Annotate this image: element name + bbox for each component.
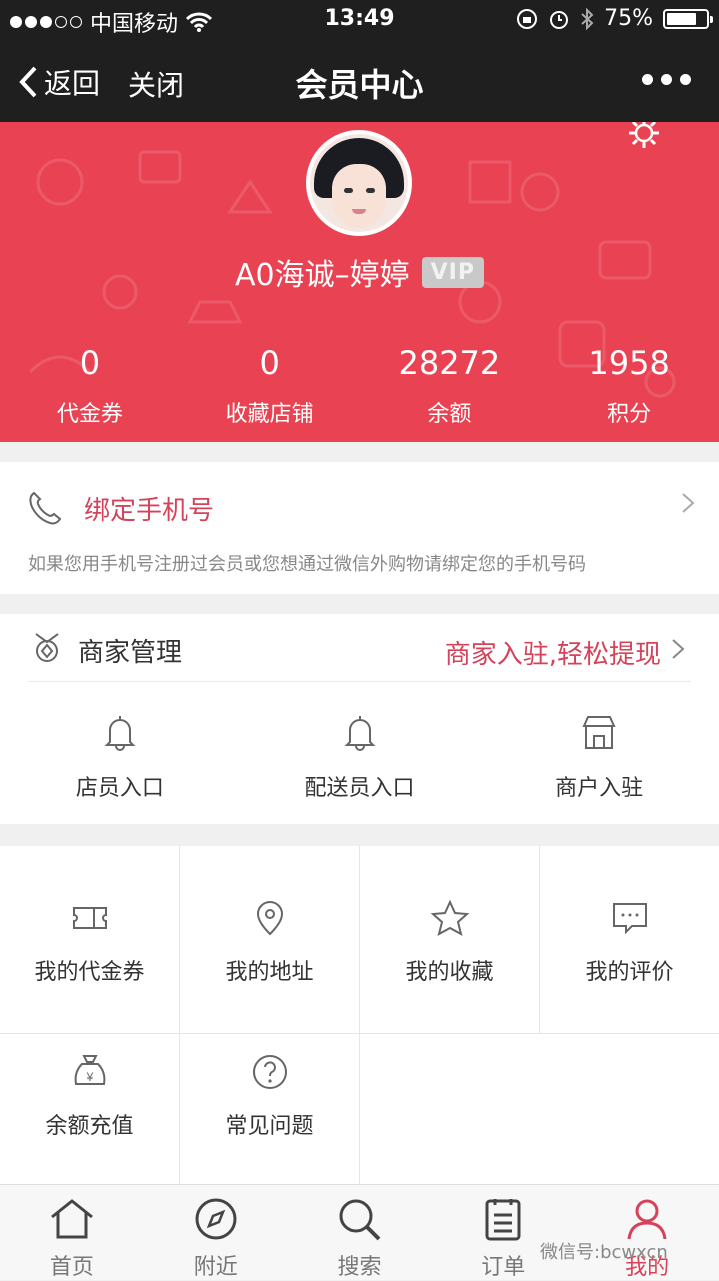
faq-button[interactable]: 常见问题 [180,1034,360,1184]
settings-gear-icon[interactable] [627,122,661,150]
stat-points[interactable]: 1958 积分 [539,344,719,428]
user-icon [627,1199,667,1240]
comment-icon [612,903,647,935]
phone-icon [29,491,62,525]
bluetooth-icon [581,7,594,30]
svg-text:¥: ¥ [85,1070,93,1084]
medal-icon [35,633,59,662]
balance-recharge-button[interactable]: ¥ 余额充值 [0,1034,180,1184]
more-menu-icon[interactable] [642,74,691,85]
tab-home[interactable]: 首页 [0,1185,144,1280]
stats-row: 0 代金券 0 收藏店铺 28272 余额 1958 积分 [0,344,719,428]
bind-phone-title: 绑定手机号 [84,496,215,526]
compass-icon [195,1198,237,1240]
avatar[interactable] [306,130,412,236]
stat-favorite-shops[interactable]: 0 收藏店铺 [180,344,360,428]
merchant-join-link[interactable]: 商家入驻,轻松提现 [445,634,661,671]
bind-phone-row[interactable]: 绑定手机号 如果您用手机号注册过会员或您想通过微信外购物请绑定您的手机号码 [0,462,719,594]
star-icon [430,899,469,936]
chevron-right-icon [672,639,685,659]
bell-icon [344,716,375,751]
bell-icon [104,716,136,751]
tab-label: 搜索 [337,1255,382,1280]
courier-entry-button[interactable]: 配送员入口 [240,682,480,824]
stat-value: 28272 [398,344,501,382]
stat-label: 代金券 [56,402,123,427]
staff-entry-label: 店员入口 [75,776,164,801]
stat-balance[interactable]: 28272 余额 [360,344,540,428]
stat-label: 积分 [607,402,652,427]
page-title: 会员中心 [295,66,424,104]
merchant-title: 商家管理 [78,638,183,668]
tab-search[interactable]: 搜索 [288,1185,432,1280]
tab-orders[interactable]: 订单 [431,1185,575,1280]
username: A0海诚–婷婷 [235,258,410,293]
question-icon [252,1055,287,1089]
vip-badge: VIP [421,256,484,288]
my-reviews-button[interactable]: 我的评价 [540,846,719,1034]
tab-label: 附近 [193,1255,238,1280]
search-icon [339,1199,381,1241]
tab-bar: 首页 附近 搜索 订单 我的 [0,1184,719,1280]
bind-phone-description: 如果您用手机号注册过会员或您想通过微信外购物请绑定您的手机号码 [28,554,586,575]
menu-label: 常见问题 [225,1114,314,1139]
menu-label: 我的地址 [225,960,314,985]
stat-label: 收藏店铺 [225,402,314,427]
tab-mine[interactable]: 我的 [575,1185,719,1280]
menu-label: 我的评价 [585,960,674,985]
menu-label: 我的收藏 [405,960,494,985]
battery-percent: 75% [604,6,653,31]
menu-grid: 我的代金券 我的地址 我的收藏 我的评价 ¥ 余额充值 常见问题 [0,846,719,1184]
merchant-join-label: 商户入驻 [555,776,644,801]
order-list-icon [485,1199,521,1241]
profile-header: A0海诚–婷婷 VIP 0 代金券 0 收藏店铺 28272 余额 1958 积… [0,122,719,442]
merchant-management-section: 商家管理 商家入驻,轻松提现 店员入口 配送员入口 商户入驻 [0,614,719,824]
rotation-lock-icon [517,8,538,29]
battery-icon [663,8,713,29]
chevron-right-icon [682,493,695,513]
location-pin-icon [256,901,283,936]
money-bag-icon: ¥ [74,1055,105,1085]
stat-value: 1958 [588,344,670,382]
staff-entry-button[interactable]: 店员入口 [0,682,240,824]
my-vouchers-button[interactable]: 我的代金券 [0,846,180,1034]
merchant-join-button[interactable]: 商户入驻 [479,682,719,824]
home-icon [50,1199,93,1239]
tab-nearby[interactable]: 附近 [144,1185,288,1280]
status-bar: 中国移动 13:49 75% [0,0,719,40]
store-icon [582,716,616,749]
my-address-button[interactable]: 我的地址 [180,846,360,1034]
ticket-icon [72,907,107,929]
menu-label: 我的代金券 [34,960,145,985]
watermark: 微信号:bcwxcn [540,1242,668,1263]
alarm-icon [550,10,569,29]
stat-label: 余额 [427,402,472,427]
tab-label: 首页 [49,1255,94,1280]
stat-value: 0 [79,344,101,382]
username-row: A0海诚–婷婷 VIP [0,250,719,294]
courier-entry-label: 配送员入口 [304,776,415,801]
menu-label: 余额充值 [45,1114,134,1139]
stat-value: 0 [259,344,280,382]
stat-vouchers[interactable]: 0 代金券 [0,344,180,428]
merchant-header[interactable]: 商家管理 商家入驻,轻松提现 [28,614,691,682]
navigation-bar: 返回 关闭 会员中心 [0,40,719,122]
my-favorites-button[interactable]: 我的收藏 [360,846,540,1034]
